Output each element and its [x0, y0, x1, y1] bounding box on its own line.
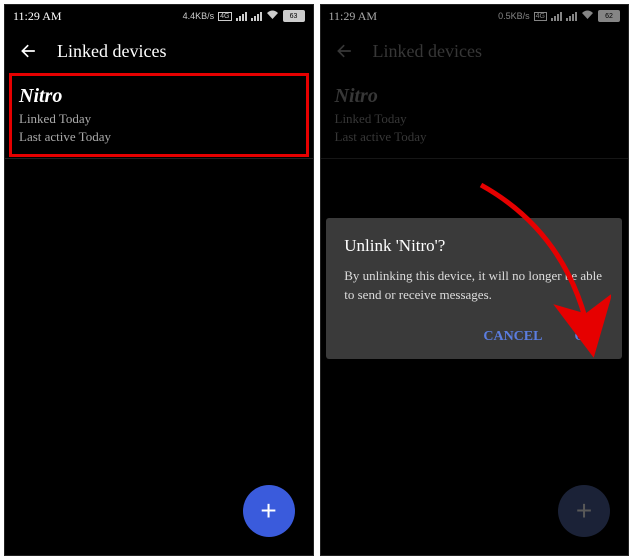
page-title: Linked devices	[57, 41, 166, 62]
status-net-badge: 4G	[218, 12, 231, 21]
status-bar: 11:29 AM 4.4KB/s 4G 63	[5, 5, 313, 27]
modal-overlay[interactable]: Unlink 'Nitro'? By unlinking this device…	[321, 5, 629, 555]
add-device-fab[interactable]: +	[243, 485, 295, 537]
signal-icon	[251, 12, 262, 21]
back-arrow-icon[interactable]	[19, 41, 39, 61]
cancel-button[interactable]: CANCEL	[479, 323, 546, 351]
app-header: Linked devices	[5, 27, 313, 75]
dialog-actions: CANCEL OK	[344, 323, 604, 351]
plus-icon: +	[260, 495, 276, 527]
ok-button[interactable]: OK	[570, 323, 600, 351]
status-speed: 4.4KB/s	[183, 11, 215, 21]
dialog-body: By unlinking this device, it will no lon…	[344, 266, 604, 305]
unlink-dialog: Unlink 'Nitro'? By unlinking this device…	[326, 218, 622, 359]
phone-screen-left: 11:29 AM 4.4KB/s 4G 63 Linked devices Ni…	[4, 4, 314, 556]
wifi-icon	[266, 10, 279, 22]
device-last-active: Last active Today	[19, 128, 299, 146]
dialog-title: Unlink 'Nitro'?	[344, 236, 604, 256]
phone-screen-right: 11:29 AM 0.5KB/s 4G 62 Linked devices Ni…	[320, 4, 630, 556]
device-item-nitro[interactable]: Nitro Linked Today Last active Today	[5, 75, 313, 159]
status-time: 11:29 AM	[13, 9, 62, 24]
device-list: Nitro Linked Today Last active Today	[5, 75, 313, 555]
status-indicators: 4.4KB/s 4G 63	[183, 10, 305, 22]
battery-icon: 63	[283, 10, 305, 22]
device-name: Nitro	[19, 85, 299, 108]
signal-icon	[236, 12, 247, 21]
device-linked: Linked Today	[19, 110, 299, 128]
